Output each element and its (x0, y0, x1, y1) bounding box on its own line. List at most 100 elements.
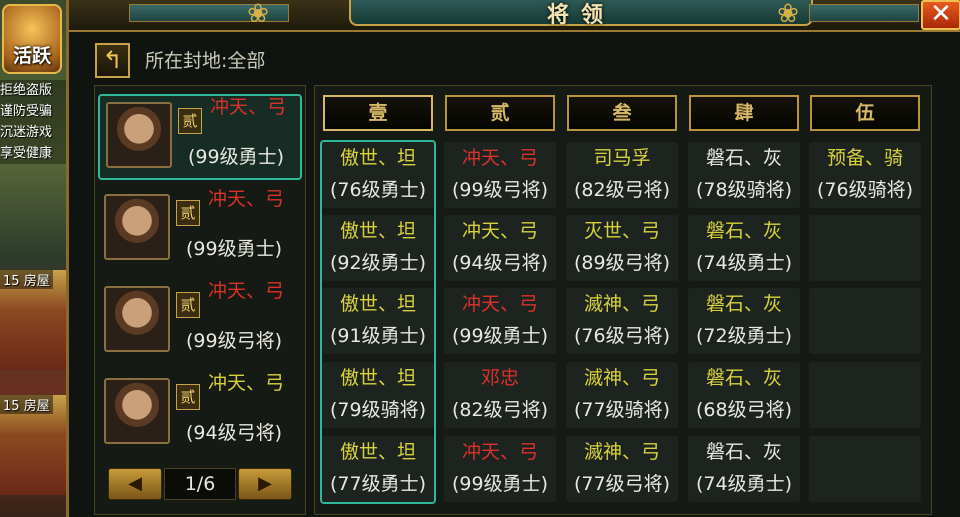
formation-slot[interactable]: 磐石、灰 (74级勇士) (688, 215, 800, 281)
general-card[interactable]: 贰冲天、弓 (99级勇士) (98, 188, 302, 274)
slot-general-name: 滅神、弓 (583, 441, 660, 463)
general-portrait (104, 286, 170, 352)
house-label: 15 房屋 (0, 395, 53, 414)
formation-slot[interactable]: 司马孚 (82级弓将) (566, 142, 678, 208)
slot-general-name: 磐石、灰 (705, 147, 782, 169)
slot-general-level: (76级弓将) (573, 325, 670, 347)
general-card[interactable]: 贰冲天、弓 (94级弓将) (98, 372, 302, 458)
formation-slot[interactable]: 预备、骑 (76级骑将) (809, 142, 921, 208)
rank-tag: 贰 (176, 292, 200, 318)
slot-general-level: (76级骑将) (816, 179, 913, 201)
house-building[interactable]: 15 房屋 (0, 270, 66, 370)
slot-general-name: 滅神、弓 (583, 367, 660, 389)
title-bar: ❀ 将领 ❀ ✕ (69, 0, 960, 32)
slot-general-level: (77级骑将) (573, 399, 670, 421)
slot-general-level: (94级弓将) (451, 252, 548, 274)
slot-general-level: (68级弓将) (695, 399, 792, 421)
general-level: (99级勇士) (186, 238, 283, 260)
slot-general-name: 预备、骑 (826, 147, 903, 169)
rank-tag: 贰 (176, 200, 200, 226)
general-portrait (104, 378, 170, 444)
empty-formation-slot[interactable] (809, 436, 921, 502)
rank-tag: 贰 (178, 108, 202, 134)
general-name: 冲天、弓 (208, 188, 285, 210)
rank-tag: 贰 (176, 384, 200, 410)
general-card[interactable]: 贰冲天、弓 (99级勇士) (98, 94, 302, 180)
slot-general-level: (74级勇士) (695, 473, 792, 495)
prev-page-button[interactable]: ◀ (108, 468, 162, 500)
general-level: (94级弓将) (186, 422, 283, 444)
house-label: 15 房屋 (0, 270, 53, 289)
slot-general-name: 冲天、弓 (461, 441, 538, 463)
column-tab-4[interactable]: 肆 (689, 95, 799, 131)
slot-general-name: 磐石、灰 (705, 293, 782, 315)
title-bar-decoration (809, 4, 919, 22)
slot-general-name: 冲天、弓 (461, 147, 538, 169)
title-plate: 将领 (349, 0, 813, 28)
column-tab-5[interactable]: 伍 (810, 95, 920, 131)
notice-line: 沉迷游戏 (0, 125, 53, 140)
arrow-right-icon: ▶ (258, 473, 272, 494)
formation-slot[interactable]: 冲天、弓 (99级勇士) (444, 436, 556, 502)
notice-line: 享受健康 (0, 146, 53, 161)
arrow-left-icon: ◀ (128, 473, 142, 494)
slot-general-name: 磐石、灰 (705, 367, 782, 389)
notice-line: 谨防受骗 (0, 104, 53, 119)
slot-general-name: 冲天、弓 (461, 293, 538, 315)
slot-general-level: (82级弓将) (451, 399, 548, 421)
return-arrow-icon: ↰ (102, 46, 123, 74)
slot-general-level: (78级骑将) (695, 179, 792, 201)
selected-column-highlight (320, 140, 436, 504)
slot-general-level: (89级弓将) (573, 252, 670, 274)
formation-slot[interactable]: 磐石、灰 (74级勇士) (688, 436, 800, 502)
slot-general-name: 磐石、灰 (705, 220, 782, 242)
slot-general-name: 滅神、弓 (583, 293, 660, 315)
slot-general-level: (77级弓将) (573, 473, 670, 495)
back-button[interactable]: ↰ (95, 43, 130, 78)
slot-general-name: 冲天、弓 (461, 220, 538, 242)
slot-general-name: 邓忠 (480, 367, 519, 389)
column-tab-2[interactable]: 贰 (445, 95, 555, 131)
formation-slot[interactable]: 磐石、灰 (68级弓将) (688, 362, 800, 428)
slot-general-level: (74级勇士) (695, 252, 792, 274)
general-level: (99级勇士) (188, 146, 285, 168)
slot-general-name: 磐石、灰 (705, 441, 782, 463)
window-title: 将领 (546, 3, 615, 28)
formation-slot[interactable]: 冲天、弓 (99级弓将) (444, 142, 556, 208)
formation-slot[interactable]: 磐石、灰 (78级骑将) (688, 142, 800, 208)
general-name: 冲天、弓 (208, 280, 285, 302)
health-notice: 拒绝盗版 谨防受骗 沉迷游戏 享受健康 (0, 80, 66, 164)
formation-slot[interactable]: 邓忠 (82级弓将) (444, 362, 556, 428)
slot-general-level: (99级勇士) (451, 325, 548, 347)
slot-general-level: (82级弓将) (573, 179, 670, 201)
formation-slot[interactable]: 冲天、弓 (94级弓将) (444, 215, 556, 281)
fief-filter-label[interactable]: 所在封地:全部 (145, 46, 265, 73)
formation-slot[interactable]: 滅神、弓 (76级弓将) (566, 288, 678, 354)
slot-general-level: (99级弓将) (451, 179, 548, 201)
formation-slot[interactable]: 磐石、灰 (72级勇士) (688, 288, 800, 354)
notice-line: 拒绝盗版 (0, 83, 53, 98)
column-tab-1[interactable]: 壹 (323, 95, 433, 131)
house-building[interactable]: 15 房屋 (0, 395, 66, 495)
general-name: 冲天、弓 (208, 372, 285, 394)
next-page-button[interactable]: ▶ (238, 468, 292, 500)
empty-formation-slot[interactable] (809, 215, 921, 281)
formation-slot[interactable]: 滅神、弓 (77级骑将) (566, 362, 678, 428)
close-button[interactable]: ✕ (921, 0, 960, 30)
slot-general-level: (99级勇士) (451, 473, 548, 495)
close-icon: ✕ (930, 0, 952, 29)
page-indicator: 1/6 (164, 468, 236, 500)
general-level: (99级弓将) (186, 330, 283, 352)
ornament-icon: ❀ (247, 0, 269, 29)
formation-slot[interactable]: 灭世、弓 (89级弓将) (566, 215, 678, 281)
activity-button[interactable]: 活跃 (2, 4, 62, 74)
formation-slot[interactable]: 滅神、弓 (77级弓将) (566, 436, 678, 502)
activity-label: 活跃 (12, 45, 51, 67)
general-name: 冲天、弓 (210, 96, 287, 118)
general-card[interactable]: 贰冲天、弓 (99级弓将) (98, 280, 302, 366)
column-tab-3[interactable]: 叁 (567, 95, 677, 131)
empty-formation-slot[interactable] (809, 288, 921, 354)
formation-slot[interactable]: 冲天、弓 (99级勇士) (444, 288, 556, 354)
slot-general-name: 灭世、弓 (583, 220, 660, 242)
empty-formation-slot[interactable] (809, 362, 921, 428)
